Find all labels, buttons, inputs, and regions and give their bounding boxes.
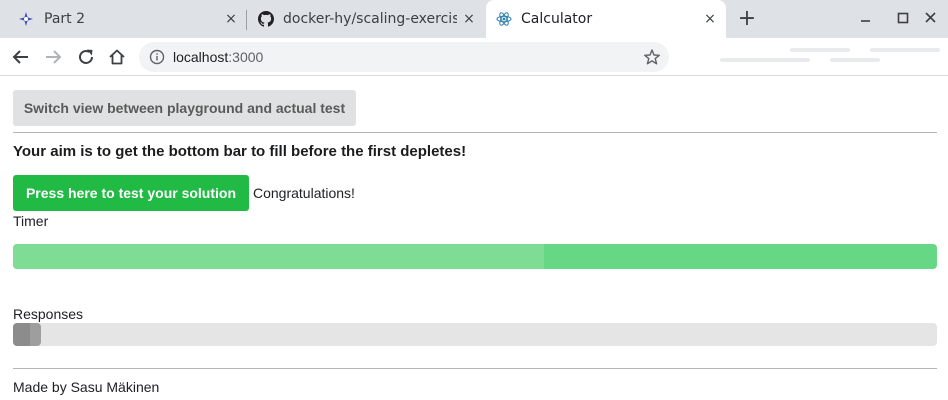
tab-strip: Part 2 × docker-hy/scaling-exercise × Ca… [0, 0, 948, 38]
tab-part-2[interactable]: Part 2 × [0, 0, 245, 38]
aim-heading: Your aim is to get the bottom bar to fil… [13, 143, 467, 160]
forward-icon[interactable] [42, 46, 64, 68]
tab-title: Part 2 [44, 11, 85, 27]
switch-view-button[interactable]: Switch view between playground and actua… [13, 90, 356, 126]
close-tab-icon[interactable]: × [461, 11, 477, 27]
test-solution-button[interactable]: Press here to test your solution [13, 175, 249, 211]
tab-title: docker-hy/scaling-exercise [283, 11, 457, 27]
new-tab-button[interactable]: + [737, 8, 757, 30]
close-window-icon[interactable] [921, 9, 941, 29]
tab-calculator[interactable]: Calculator × [486, 0, 726, 38]
blurred-extensions-area [680, 44, 948, 68]
minimize-icon[interactable] [856, 9, 876, 29]
browser-toolbar: localhost:3000 [0, 38, 948, 76]
page-content: Switch view between playground and actua… [0, 77, 948, 400]
timer-label: Timer [13, 213, 49, 229]
url-host: localhost [173, 49, 229, 65]
close-tab-icon[interactable]: × [702, 11, 718, 27]
url-text: localhost:3000 [173, 48, 263, 66]
github-icon [258, 11, 274, 27]
responses-progress-fill [13, 323, 41, 346]
divider [13, 132, 937, 133]
maximize-icon[interactable] [893, 9, 913, 29]
footer-credit: Made by Sasu Mäkinen [13, 379, 160, 395]
home-icon[interactable] [106, 46, 128, 68]
timer-progress-fill [13, 244, 545, 269]
url-port: :3000 [228, 49, 264, 65]
address-bar[interactable]: localhost:3000 [139, 42, 669, 72]
react-icon [496, 12, 512, 26]
footer-divider [13, 368, 937, 369]
reload-icon[interactable] [75, 46, 97, 68]
responses-label: Responses [13, 306, 84, 322]
tab-title: Calculator [521, 11, 593, 27]
tab-docker-hy[interactable]: docker-hy/scaling-exercise × [247, 0, 485, 38]
status-message: Congratulations! [253, 185, 355, 201]
timer-progress-bar [13, 244, 937, 269]
back-icon[interactable] [10, 46, 32, 68]
bookmark-star-icon[interactable] [643, 48, 661, 66]
responses-progress-bar [13, 323, 937, 346]
close-tab-icon[interactable]: × [223, 11, 239, 27]
site-info-icon[interactable] [149, 49, 165, 65]
star-burst-icon [19, 12, 33, 26]
